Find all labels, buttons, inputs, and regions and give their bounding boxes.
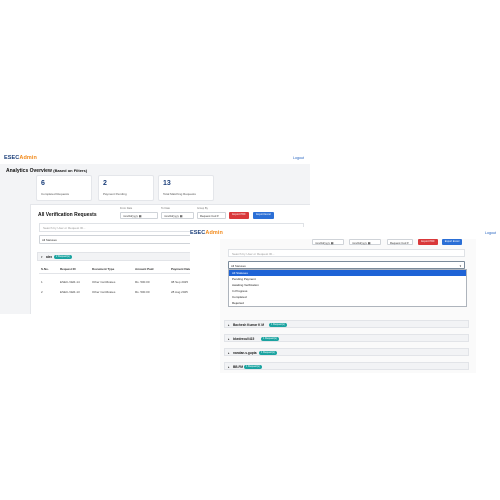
to-date-placeholder: mm/dd/yyyy xyxy=(352,241,367,245)
group-name: BB.FM xyxy=(233,365,244,369)
to-date-placeholder: mm/dd/yyyy xyxy=(164,214,179,218)
group-name: Bachesh Kumar K M xyxy=(233,323,264,327)
group-by-value: Request Cod xyxy=(200,214,217,218)
brand-logo[interactable]: ESECAdmin xyxy=(190,230,223,236)
group-header-bbfm[interactable]: ▸ BB.FM 1 Request(s) xyxy=(224,362,469,370)
chevron-right-icon: ▸ xyxy=(228,350,230,355)
group-header-bkedrecu[interactable]: ▸ bkedrecu0415 1 Request(s) xyxy=(224,334,469,342)
from-date-input[interactable]: mm/dd/yyyy ▦ xyxy=(312,239,344,245)
chevron-down-icon: ▾ xyxy=(217,214,219,218)
group-by-value: Request Cod xyxy=(390,241,407,245)
table-cell: Other Certificates xyxy=(92,290,116,294)
group-header-nandan[interactable]: ▸ nandan.s.gupta 1 Request(s) xyxy=(224,348,469,356)
calendar-icon: ▦ xyxy=(330,241,334,245)
analytics-title-text: Analytics Overview xyxy=(6,168,52,174)
from-date-placeholder: mm/dd/yyyy xyxy=(123,214,138,218)
request-count-badge: 1 Request(s) xyxy=(259,350,277,355)
stat-card-pending: 2 Payment Pending xyxy=(98,175,154,201)
brand-logo-part2: Admin xyxy=(205,230,224,236)
chevron-right-icon: ▸ xyxy=(228,336,230,341)
brand-logo-part1: ESEC xyxy=(4,155,20,161)
stat-value: 2 xyxy=(103,180,107,187)
brand-logo-part2: Admin xyxy=(19,155,38,161)
group-header-bachesh[interactable]: ▸ Bachesh Kumar K M 1 Request(s) xyxy=(224,320,469,328)
table-cell: Rs. 500.00 xyxy=(135,290,150,294)
column-header-amount-paid: Amount Paid xyxy=(135,267,154,271)
group-name: nandan.s.gupta xyxy=(233,351,257,355)
analytics-title: Analytics Overview (Based on Filters) xyxy=(6,168,87,174)
group-by-select[interactable]: Request Cod ▾ xyxy=(387,239,413,245)
admin-window-front: ESECAdmin Logout mm/dd/yyyy ▦ mm/dd/yyyy… xyxy=(190,227,500,373)
table-cell[interactable]: ESEC-VER-14 xyxy=(60,280,80,284)
brand-logo-part1: ESEC xyxy=(190,230,206,236)
to-date-input[interactable]: mm/dd/yyyy ▦ xyxy=(161,212,194,219)
from-date-placeholder: mm/dd/yyyy xyxy=(315,241,330,245)
stat-card-total: 13 Total Matching Requests xyxy=(158,175,214,201)
status-select-value: All Statuses xyxy=(42,238,57,242)
group-by-label: Group By xyxy=(197,207,208,210)
stat-label: Completed Requests xyxy=(41,192,70,196)
request-count-badge: 1 Request(s) xyxy=(261,336,279,341)
brand-logo[interactable]: ESECAdmin xyxy=(4,155,37,161)
group-name: bkedrecu0415 xyxy=(233,337,255,341)
table-cell: 28 Aug 2025 xyxy=(171,290,188,294)
to-date-label: To Date xyxy=(161,207,170,210)
table-cell: 08 Sep 2025 xyxy=(171,280,189,284)
request-count-badge: 2 Request(s) xyxy=(54,255,72,259)
column-header-document-type: Document Type xyxy=(92,267,115,271)
chevron-down-icon: ▾ xyxy=(41,255,43,259)
chevron-down-icon: ▾ xyxy=(407,241,409,245)
stat-value: 6 xyxy=(41,180,45,187)
stat-label: Total Matching Requests xyxy=(163,192,196,196)
request-count-badge: 1 Request(s) xyxy=(269,322,287,327)
export-excel-button[interactable]: Export Excel xyxy=(442,239,462,245)
group-name: alex xyxy=(46,255,53,259)
status-option-rejected[interactable]: Rejected xyxy=(229,300,466,306)
export-pdf-button[interactable]: Export PDF xyxy=(418,239,438,245)
column-header-request-id: Request ID xyxy=(60,267,76,271)
calendar-icon: ▦ xyxy=(179,214,183,218)
calendar-icon: ▦ xyxy=(138,214,142,218)
analytics-subtitle: (Based on Filters) xyxy=(53,168,88,173)
from-date-label: From Date xyxy=(120,207,133,210)
chevron-right-icon: ▸ xyxy=(228,364,230,369)
stat-value: 13 xyxy=(163,180,171,187)
status-select-value: All Statuses xyxy=(231,264,246,268)
column-header-sno: S.No. xyxy=(41,267,49,271)
group-by-select[interactable]: Request Cod ▾ xyxy=(197,212,226,219)
column-header-payment-date: Payment Date xyxy=(171,267,191,271)
logout-link[interactable]: Logout xyxy=(485,231,496,235)
table-cell[interactable]: ESEC-VER-13 xyxy=(60,290,80,294)
to-date-input[interactable]: mm/dd/yyyy ▦ xyxy=(349,239,381,245)
chevron-right-icon: ▸ xyxy=(228,322,230,327)
main-content: mm/dd/yyyy ▦ mm/dd/yyyy ▦ Request Cod ▾ … xyxy=(220,239,476,373)
table-cell: 1 xyxy=(41,280,43,284)
requests-title: All Verification Requests xyxy=(38,212,97,218)
table-cell: 2 xyxy=(41,290,43,294)
table-cell: Other Certificates xyxy=(92,280,116,284)
stat-label: Payment Pending xyxy=(103,192,127,196)
status-dropdown-list[interactable]: All Statuses Pending Payment Awaiting Ve… xyxy=(228,269,467,307)
request-count-badge: 1 Request(s) xyxy=(244,364,262,369)
status-select[interactable]: All Statuses ▾ xyxy=(228,261,465,269)
stat-card-completed: 6 Completed Requests xyxy=(36,175,92,201)
from-date-input[interactable]: mm/dd/yyyy ▦ xyxy=(120,212,158,219)
export-excel-button[interactable]: Export Excel xyxy=(253,212,274,219)
export-pdf-button[interactable]: Export PDF xyxy=(229,212,249,219)
top-navbar: ESECAdmin Logout xyxy=(190,227,500,239)
calendar-icon: ▦ xyxy=(367,241,371,245)
logout-link[interactable]: Logout xyxy=(293,156,304,160)
search-input[interactable]: Search by User or Request ID... xyxy=(228,249,465,257)
table-cell: Rs. 500.00 xyxy=(135,280,150,284)
